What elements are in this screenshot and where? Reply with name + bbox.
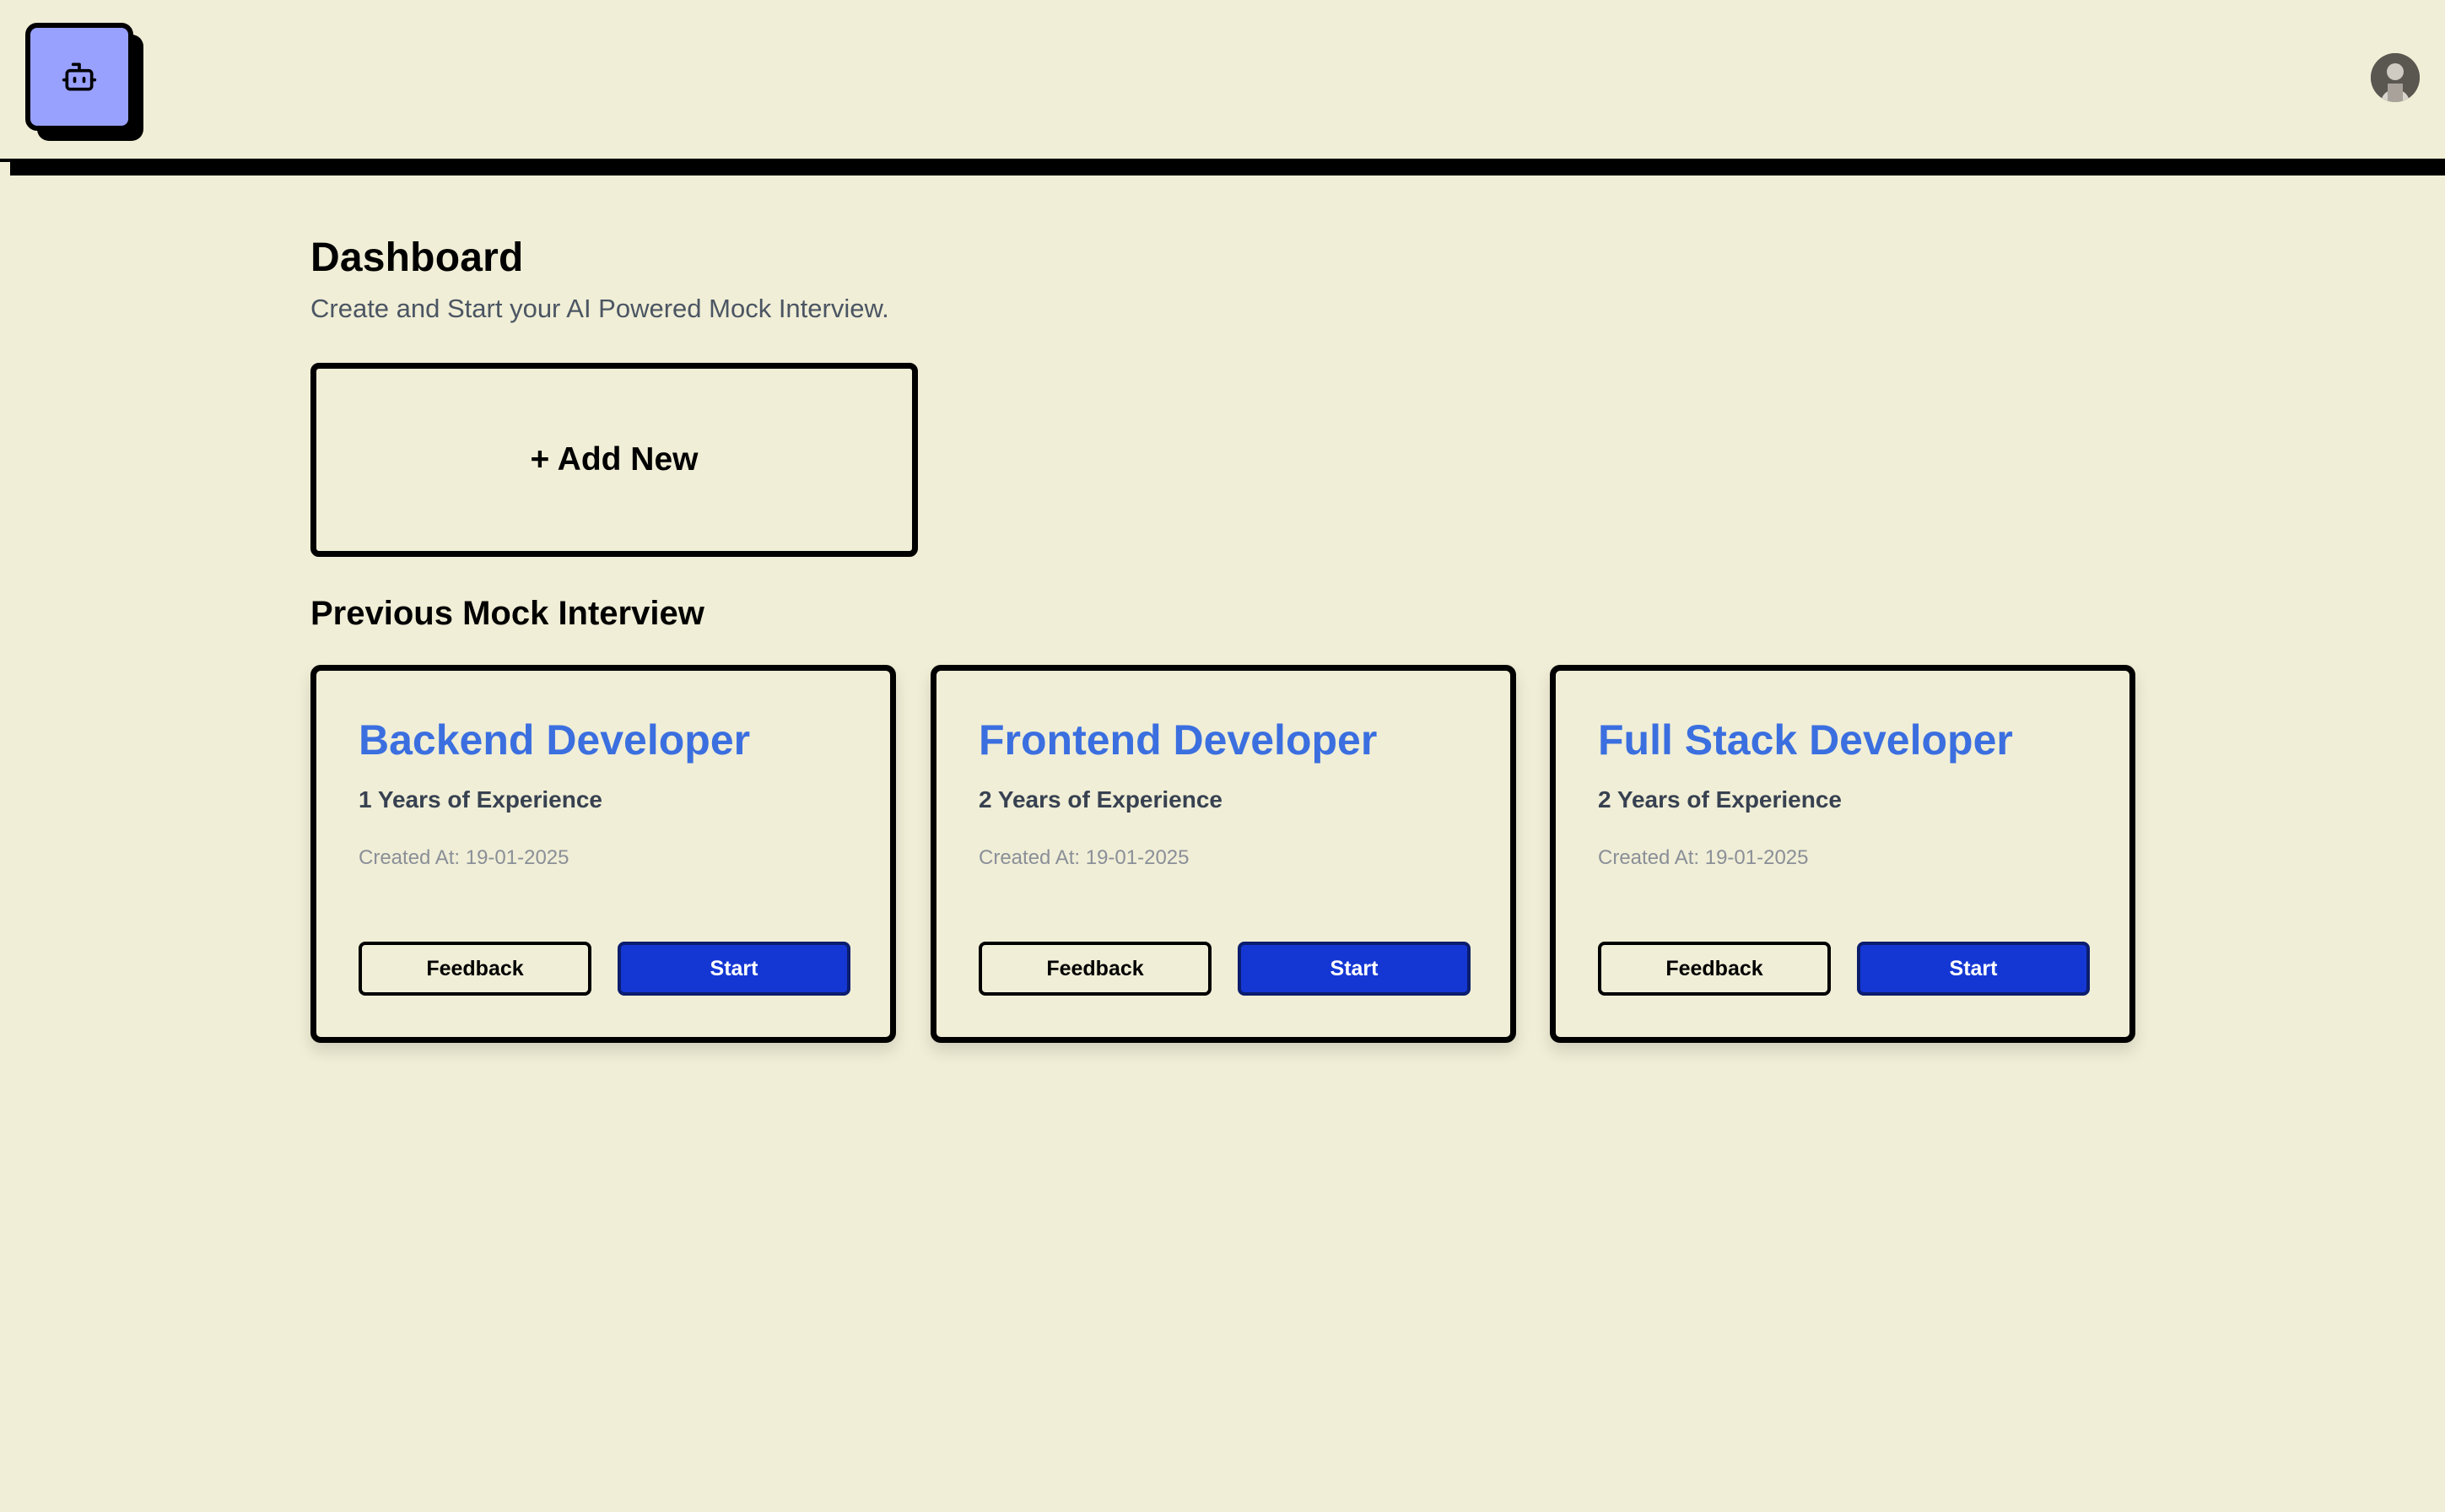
feedback-button[interactable]: Feedback	[359, 942, 591, 996]
interview-role: Frontend Developer	[979, 716, 1378, 764]
top-header	[0, 0, 2445, 176]
interview-created-date: Created At: 19-01-2025	[359, 846, 569, 869]
add-new-interview-button[interactable]: + Add New	[310, 363, 918, 557]
interview-created-date: Created At: 19-01-2025	[1598, 846, 1809, 869]
interview-created-date: Created At: 19-01-2025	[979, 846, 1190, 869]
header-divider-notch	[0, 162, 10, 176]
interview-card-list: Backend Developer 1 Years of Experience …	[310, 665, 2141, 1046]
page-subtitle: Create and Start your AI Powered Mock In…	[310, 294, 889, 323]
avatar-image	[2371, 53, 2420, 102]
interview-experience: 2 Years of Experience	[979, 786, 1222, 813]
header-divider	[0, 159, 2445, 176]
user-avatar[interactable]	[2371, 53, 2420, 102]
feedback-button[interactable]: Feedback	[1598, 942, 1831, 996]
interview-card: Backend Developer 1 Years of Experience …	[310, 665, 896, 1043]
previous-interviews-heading: Previous Mock Interview	[310, 595, 704, 632]
feedback-button[interactable]: Feedback	[979, 942, 1212, 996]
interview-card: Full Stack Developer 2 Years of Experien…	[1550, 665, 2135, 1043]
page-title: Dashboard	[310, 235, 524, 280]
start-button[interactable]: Start	[1857, 942, 2090, 996]
interview-experience: 2 Years of Experience	[1598, 786, 1842, 813]
app-logo[interactable]	[25, 23, 145, 143]
interview-role: Full Stack Developer	[1598, 716, 2013, 764]
interview-experience: 1 Years of Experience	[359, 786, 602, 813]
start-button[interactable]: Start	[1238, 942, 1471, 996]
interview-card: Frontend Developer 2 Years of Experience…	[931, 665, 1516, 1043]
interview-role: Backend Developer	[359, 716, 751, 764]
logo-tile[interactable]	[25, 23, 133, 131]
robot-icon	[62, 62, 97, 91]
add-new-label: + Add New	[530, 441, 699, 478]
dashboard-main: Dashboard Create and Start your AI Power…	[310, 228, 2150, 1043]
start-button[interactable]: Start	[618, 942, 850, 996]
